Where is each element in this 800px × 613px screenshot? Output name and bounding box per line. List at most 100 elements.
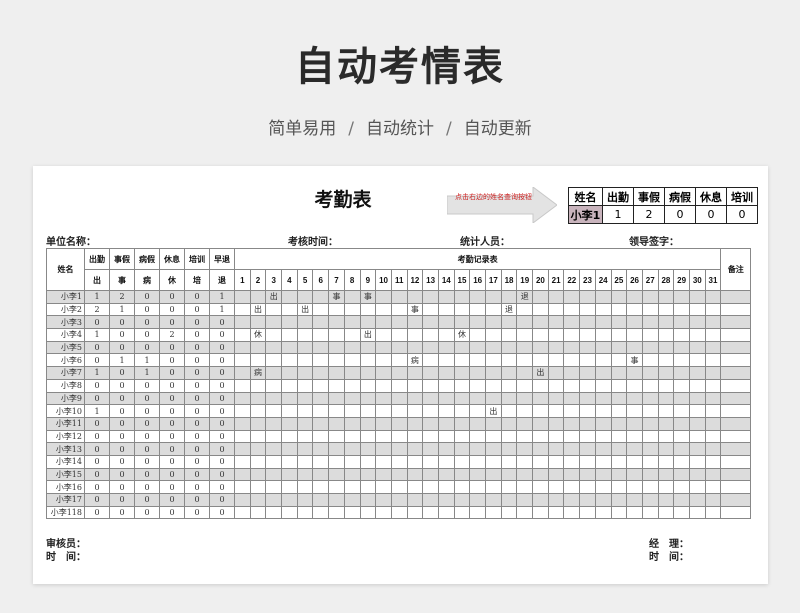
day-cell	[453, 493, 471, 507]
day-cell	[547, 328, 565, 342]
day-cell	[579, 391, 596, 406]
table-row: 小李9 0 0 0 0 0 0	[46, 391, 752, 406]
day-cell	[579, 290, 596, 304]
summary-cell: 0	[209, 353, 235, 368]
query-sick-value: 0	[664, 205, 696, 224]
summary-cell: 1	[84, 290, 110, 304]
day-cell	[343, 378, 361, 393]
day-cell	[359, 366, 377, 380]
summary-cell: 0	[209, 328, 235, 342]
day-cell	[453, 442, 471, 456]
day-cell	[610, 302, 628, 317]
subtitle-easy: 简单易用	[268, 119, 337, 139]
day-cell	[500, 416, 518, 431]
day-cell	[375, 442, 392, 456]
day-cell	[359, 404, 377, 418]
summary-cell: 0	[184, 328, 210, 342]
day-cell	[328, 340, 345, 355]
day-cell	[390, 429, 408, 444]
day-cell	[312, 404, 330, 418]
summary-cell: 0	[109, 493, 135, 507]
day-header: 21	[547, 269, 565, 291]
day-cell	[563, 290, 581, 304]
summary-cell: 0	[159, 416, 185, 431]
day-header: 11	[390, 269, 408, 291]
day-cell	[626, 429, 643, 444]
day-cell	[359, 378, 377, 393]
day-cell	[234, 505, 251, 520]
day-cell	[390, 404, 408, 418]
day-cell	[249, 454, 267, 469]
day-cell	[375, 302, 392, 317]
summary-cell: 1	[109, 302, 135, 317]
day-cell	[312, 353, 330, 368]
day-cell	[390, 366, 408, 380]
day-cell	[249, 378, 267, 393]
remark-cell	[720, 290, 752, 304]
summary-cell: 0	[209, 315, 235, 330]
day-cell	[688, 442, 706, 456]
summary-cell: 0	[159, 480, 185, 494]
day-cell	[610, 454, 628, 469]
day-cell	[657, 429, 675, 444]
day-cell	[563, 480, 581, 494]
summary-cell: 0	[84, 505, 110, 520]
day-cell: 事	[359, 290, 377, 304]
day-header: 27	[641, 269, 659, 291]
day-cell	[281, 391, 298, 406]
summary-cell: 0	[109, 340, 135, 355]
day-cell	[594, 467, 612, 482]
day-cell	[312, 429, 330, 444]
day-cell	[281, 315, 298, 330]
sheet-title: 考勤表	[314, 189, 372, 211]
grid-subheader-row: 出事病休培退 1 2 3 4 5 6 7 8 9 10 11 12 13 14 15 16 17 18 19 20 21 2…	[47, 269, 751, 291]
table-row: 小李2 2 1 0 0 0 1 出出事退	[46, 302, 752, 317]
summary-cell: 0	[184, 480, 210, 494]
day-cell	[234, 429, 251, 444]
day-cell: 出	[532, 366, 549, 380]
summary-cell: 0	[184, 340, 210, 355]
summary-cell: 0	[84, 429, 110, 444]
day-cell	[516, 505, 534, 520]
day-cell	[532, 467, 549, 482]
day-header: 29	[673, 269, 690, 291]
query-name-button[interactable]: 小李1	[568, 205, 603, 224]
employee-name: 小李5	[46, 340, 85, 355]
subtitle-sep: /	[348, 119, 354, 139]
day-cell	[610, 391, 628, 406]
day-cell	[453, 467, 471, 482]
day-cell	[328, 480, 345, 494]
day-cell	[547, 467, 565, 482]
day-cell	[390, 454, 408, 469]
day-cell	[265, 454, 283, 469]
summary-cell: 0	[184, 404, 210, 418]
table-row: 小李10 1 0 0 0 0 0 出	[46, 404, 752, 418]
day-cell	[406, 340, 424, 355]
day-cell	[673, 442, 690, 456]
day-cell	[579, 302, 596, 317]
day-cell	[673, 302, 690, 317]
day-cell	[328, 315, 345, 330]
summary-header: 培训	[184, 248, 210, 270]
day-cell	[234, 378, 251, 393]
day-cell	[547, 442, 565, 456]
day-cell	[704, 290, 722, 304]
summary-cell: 0	[159, 404, 185, 418]
day-cell	[594, 493, 612, 507]
day-cell	[281, 290, 298, 304]
day-cell	[469, 366, 486, 380]
day-cell	[343, 467, 361, 482]
day-cell	[657, 493, 675, 507]
summary-cell: 2	[84, 302, 110, 317]
day-cell	[469, 378, 486, 393]
day-cell	[579, 315, 596, 330]
day-cell	[437, 416, 455, 431]
day-cell	[469, 493, 486, 507]
table-row: 小李118 0 0 0 0 0 0	[46, 505, 752, 520]
day-cell	[375, 404, 392, 418]
day-cell	[422, 429, 439, 444]
day-cell	[453, 416, 471, 431]
employee-name: 小李13	[46, 442, 85, 456]
employee-name: 小李11	[46, 416, 85, 431]
day-cell	[626, 391, 643, 406]
